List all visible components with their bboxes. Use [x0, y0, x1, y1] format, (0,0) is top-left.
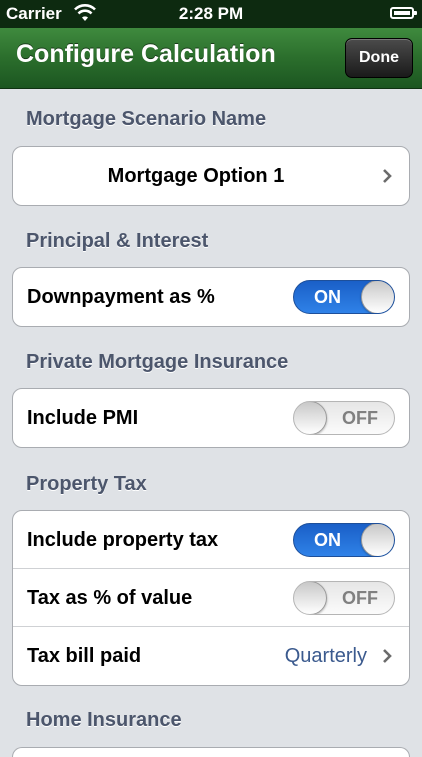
- chevron-right-icon: [383, 649, 392, 663]
- include-property-tax-toggle[interactable]: ON: [293, 523, 395, 557]
- include-pmi-toggle[interactable]: OFF: [293, 401, 395, 435]
- section-header-principal-interest: Principal & Interest: [26, 230, 209, 252]
- tax-bill-paid-label: Tax bill paid: [27, 645, 142, 667]
- row-scenario-name[interactable]: Mortgage Option 1: [13, 147, 409, 205]
- navigation-bar: Configure Calculation Done: [0, 28, 422, 89]
- page-title: Configure Calculation: [16, 40, 276, 68]
- downpayment-percent-label: Downpayment as %: [27, 286, 215, 308]
- group-property-tax: Include property tax ON Tax as % of valu…: [12, 510, 410, 686]
- done-button[interactable]: Done: [345, 38, 413, 78]
- tax-percent-value-toggle[interactable]: OFF: [293, 581, 395, 615]
- toggle-knob: [294, 402, 327, 434]
- toggle-state-text: OFF: [342, 588, 378, 608]
- section-header-pmi: Private Mortgage Insurance: [26, 351, 289, 373]
- chevron-right-icon: [383, 169, 392, 183]
- status-bar: Carrier 2:28 PM: [0, 0, 422, 28]
- toggle-state-text: OFF: [342, 408, 378, 428]
- tax-bill-paid-value: Quarterly: [284, 645, 367, 667]
- toggle-state-text: ON: [314, 530, 341, 550]
- row-downpayment-percent: Downpayment as % ON: [13, 268, 409, 326]
- section-header-property-tax: Property Tax: [26, 473, 147, 495]
- row-tax-bill-paid[interactable]: Tax bill paid Quarterly: [13, 627, 409, 685]
- section-header-home-insurance: Home Insurance: [26, 709, 182, 731]
- toggle-knob: [361, 524, 394, 556]
- row-tax-percent-value: Tax as % of value OFF: [13, 569, 409, 627]
- section-header-scenario-name: Mortgage Scenario Name: [26, 108, 267, 130]
- toggle-knob: [294, 582, 327, 614]
- row-include-property-tax: Include property tax ON: [13, 511, 409, 569]
- include-pmi-label: Include PMI: [27, 407, 139, 429]
- group-pmi: Include PMI OFF: [12, 388, 410, 448]
- include-property-tax-label: Include property tax: [27, 529, 219, 551]
- battery-icon: [390, 7, 417, 19]
- row-include-pmi: Include PMI OFF: [13, 389, 409, 447]
- scenario-name-label: Mortgage Option 1: [107, 165, 285, 187]
- tax-percent-value-label: Tax as % of value: [27, 587, 193, 609]
- group-scenario-name: Mortgage Option 1: [12, 146, 410, 206]
- group-principal-interest: Downpayment as % ON: [12, 267, 410, 327]
- toggle-state-text: ON: [314, 287, 341, 307]
- downpayment-percent-toggle[interactable]: ON: [293, 280, 395, 314]
- toggle-knob: [361, 281, 394, 313]
- clock: 2:28 PM: [178, 4, 244, 23]
- group-home-insurance: [12, 747, 410, 757]
